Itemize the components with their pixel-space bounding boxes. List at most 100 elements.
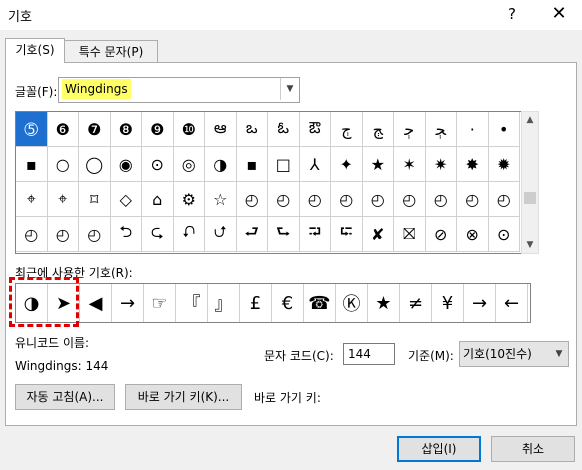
insert-button[interactable]: 삽입(I) (397, 436, 481, 462)
recent-symbol[interactable]: 』 (208, 284, 240, 322)
symbol-cell[interactable]: ⮌ (110, 217, 142, 252)
symbol-cell[interactable]: ⌖ (16, 182, 48, 217)
symbol-cell[interactable]: ❾ (142, 112, 174, 147)
symbol-cell[interactable]: ⮑ (268, 217, 300, 252)
symbol-cell[interactable]: ➄ (16, 112, 48, 147)
symbol-cell[interactable]: ﭵ (425, 112, 457, 147)
scroll-down-icon[interactable]: ▼ (522, 237, 538, 253)
symbol-cell[interactable]: ✘ (362, 217, 394, 252)
recent-symbol[interactable]: € (272, 284, 304, 322)
symbol-cell[interactable]: ఒ (236, 112, 268, 147)
chevron-down-icon[interactable]: ▼ (550, 342, 568, 366)
recent-symbol[interactable]: 『 (176, 284, 208, 322)
chevron-down-icon[interactable]: ▼ (280, 78, 299, 100)
symbol-cell[interactable]: ⅄ (299, 147, 331, 182)
symbol-cell[interactable]: ⛝ (394, 217, 426, 252)
scroll-thumb[interactable] (524, 192, 536, 204)
recent-symbol[interactable]: Ⓚ (336, 284, 368, 322)
char-code-input[interactable]: 144 (343, 343, 395, 365)
symbol-cell[interactable]: ◴ (425, 182, 457, 217)
tab-special-characters[interactable]: 특수 문자(P) (64, 40, 158, 63)
symbol-cell[interactable]: ❼ (79, 112, 111, 147)
symbol-cell[interactable]: ⊗ (457, 217, 489, 252)
symbol-cell[interactable]: ◇ (110, 182, 142, 217)
symbol-cell[interactable]: ▪ (16, 147, 48, 182)
recent-symbol[interactable]: → (112, 284, 144, 322)
recent-symbol[interactable]: ★ (368, 284, 400, 322)
symbol-grid-scrollbar[interactable]: ▲ ▼ (521, 111, 539, 254)
symbol-cell[interactable]: • (488, 112, 520, 147)
symbol-cell[interactable]: ⮍ (205, 217, 237, 252)
symbol-cell[interactable]: ◴ (268, 182, 300, 217)
symbol-cell[interactable]: ❿ (173, 112, 205, 147)
symbol-cell[interactable]: ◴ (457, 182, 489, 217)
basis-select[interactable]: 기호(10진수) ▼ (459, 341, 569, 367)
symbol-cell[interactable]: ◴ (488, 182, 520, 217)
symbol-cell[interactable]: ﭳ (362, 112, 394, 147)
help-button[interactable]: ? (495, 2, 529, 26)
symbol-cell[interactable]: ⊙ (142, 147, 174, 182)
font-select[interactable]: Wingdings ▼ (58, 77, 300, 103)
symbol-cell[interactable]: ◴ (79, 217, 111, 252)
symbol-cell[interactable]: ☆ (205, 182, 237, 217)
symbol-cell[interactable]: ❻ (47, 112, 79, 147)
char-code-label: 문자 코드(C): (264, 349, 334, 363)
symbol-cell[interactable]: ⊙ (488, 217, 520, 252)
symbol-cell[interactable]: ◴ (16, 217, 48, 252)
recent-symbol[interactable]: → (464, 284, 496, 322)
symbol-cell[interactable]: ⮏ (173, 217, 205, 252)
symbol-cell[interactable]: ✷ (425, 147, 457, 182)
symbol-cell[interactable]: ◴ (236, 182, 268, 217)
symbol-cell[interactable]: ⮐ (236, 217, 268, 252)
recent-symbol[interactable]: ☞ (144, 284, 176, 322)
symbol-cell[interactable]: ⮓ (331, 217, 363, 252)
symbol-cell[interactable]: ﭲ (331, 112, 363, 147)
recent-symbol[interactable]: ≠ (400, 284, 432, 322)
symbol-cell[interactable]: · (457, 112, 489, 147)
symbol-cell[interactable]: ○ (47, 147, 79, 182)
symbol-cell[interactable]: ⚙ (173, 182, 205, 217)
close-button[interactable]: ✕ (540, 2, 578, 26)
symbol-cell[interactable]: ◴ (331, 182, 363, 217)
recent-symbol[interactable]: ← (496, 284, 528, 322)
scroll-up-icon[interactable]: ▲ (522, 112, 538, 128)
symbol-cell[interactable]: ⮒ (299, 217, 331, 252)
recent-symbol[interactable]: ◀ (80, 284, 112, 322)
symbol-cell[interactable]: ✸ (457, 147, 489, 182)
symbol-cell[interactable]: ఔ (299, 112, 331, 147)
symbol-cell[interactable]: ◉ (110, 147, 142, 182)
tab-symbols[interactable]: 기호(S) (5, 38, 65, 63)
symbol-cell[interactable]: ఆ (205, 112, 237, 147)
unicode-name-value: Wingdings: 144 (15, 359, 109, 373)
symbol-cell[interactable]: ◴ (394, 182, 426, 217)
recent-symbols-list[interactable]: ◑ ➤ ◀ → ☞ 『』 £ € ☎ Ⓚ ★ ≠ ¥ → ← (15, 283, 531, 323)
shortcut-key-label: 바로 가기 키: (254, 391, 321, 405)
symbol-grid[interactable]: ➄ ❻ ❼ ❽ ❾ ❿ ఆ ఒ ఓ ఔ ﭲ ﭳ ﭴ ﭵ · • ▪ ○ ◯ ◉ ⊙ ◎ ◑ ▪ □ ⅄ ✦ ★ ✶ ✷ ✸ ✹ ⌖ ⌖ ⌑ ◇ ⌂ ⚙ ☆ ◴… (15, 111, 522, 254)
shortcut-key-button[interactable]: 바로 가기 키(K)... (125, 384, 242, 410)
cancel-button[interactable]: 취소 (491, 436, 575, 462)
symbol-cell[interactable]: ◴ (299, 182, 331, 217)
symbol-cell[interactable]: ⊘ (425, 217, 457, 252)
symbol-cell[interactable]: ❽ (110, 112, 142, 147)
symbol-cell[interactable]: ✦ (331, 147, 363, 182)
recent-symbol[interactable]: ☎ (304, 284, 336, 322)
symbol-cell[interactable]: ◑ (205, 147, 237, 182)
symbol-cell[interactable]: ✶ (394, 147, 426, 182)
symbol-cell[interactable]: ★ (362, 147, 394, 182)
symbol-cell[interactable]: ◴ (362, 182, 394, 217)
recent-symbol[interactable]: £ (240, 284, 272, 322)
symbol-cell[interactable]: □ (268, 147, 300, 182)
symbol-cell[interactable]: ◴ (47, 217, 79, 252)
symbol-cell[interactable]: ⮎ (142, 217, 174, 252)
symbol-cell[interactable]: ◯ (79, 147, 111, 182)
symbol-cell[interactable]: ▪ (236, 147, 268, 182)
recent-symbol[interactable]: ¥ (432, 284, 464, 322)
symbol-cell[interactable]: ✹ (488, 147, 520, 182)
symbol-cell[interactable]: ఓ (268, 112, 300, 147)
symbol-cell[interactable]: ⌖ (47, 182, 79, 217)
autocorrect-button[interactable]: 자동 고침(A)... (15, 384, 115, 410)
symbol-cell[interactable]: ◎ (173, 147, 205, 182)
symbol-cell[interactable]: ⌑ (79, 182, 111, 217)
symbol-cell[interactable]: ⌂ (142, 182, 174, 217)
symbol-cell[interactable]: ﭴ (394, 112, 426, 147)
